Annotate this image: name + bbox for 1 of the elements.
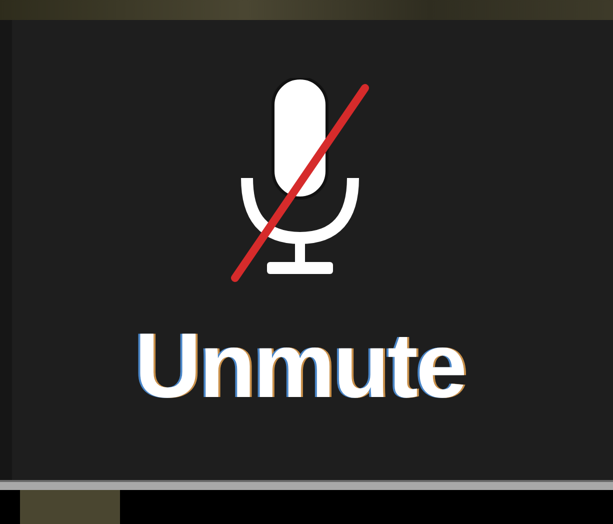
unmute-button[interactable]: Unmute	[90, 78, 510, 468]
